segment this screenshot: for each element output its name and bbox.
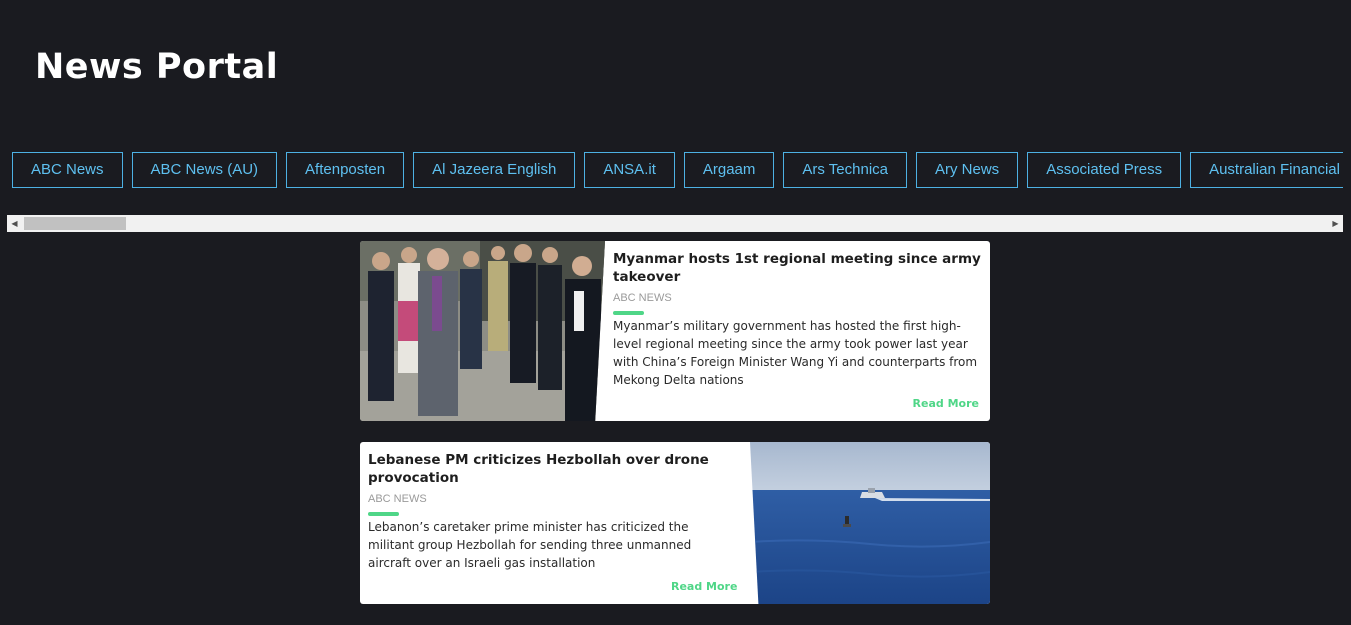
sea-photo xyxy=(750,442,990,604)
card-content: Myanmar hosts 1st regional meeting since… xyxy=(613,241,983,389)
source-button-associated-press[interactable]: Associated Press xyxy=(1027,152,1182,188)
article-title[interactable]: Lebanese PM criticizes Hezbollah over dr… xyxy=(368,451,734,487)
source-button-abc-news[interactable]: ABC News xyxy=(12,152,123,188)
news-card: Lebanese PM criticizes Hezbollah over dr… xyxy=(360,442,990,604)
article-description: Myanmar’s military government has hosted… xyxy=(613,319,978,387)
article-description: Lebanon’s caretaker prime minister has c… xyxy=(368,520,692,570)
card-content: Lebanese PM criticizes Hezbollah over dr… xyxy=(368,442,734,572)
article-source: ABC NEWS xyxy=(368,493,427,505)
source-button-argaam[interactable]: Argaam xyxy=(683,152,775,188)
article-title[interactable]: Myanmar hosts 1st regional meeting since… xyxy=(613,250,983,286)
read-more-link[interactable]: Read More xyxy=(913,397,979,410)
page-title: News Portal xyxy=(35,47,279,87)
accent-divider xyxy=(368,512,399,516)
article-image xyxy=(750,442,990,604)
scroll-right-icon[interactable]: ▶ xyxy=(1328,215,1343,232)
source-button-ansa[interactable]: ANSA.it xyxy=(584,152,675,188)
accent-divider xyxy=(613,311,644,315)
read-more-link[interactable]: Read More xyxy=(671,580,737,593)
source-button-abc-news-au[interactable]: ABC News (AU) xyxy=(131,152,278,188)
diplomats-photo xyxy=(360,241,605,421)
horizontal-scrollbar[interactable]: ◀ ▶ xyxy=(7,215,1343,232)
source-list: ABC News ABC News (AU) Aftenposten Al Ja… xyxy=(0,152,1343,188)
scroll-left-icon[interactable]: ◀ xyxy=(7,215,22,232)
source-button-ars-technica[interactable]: Ars Technica xyxy=(783,152,907,188)
source-button-al-jazeera-english[interactable]: Al Jazeera English xyxy=(413,152,576,188)
news-card: Myanmar hosts 1st regional meeting since… xyxy=(360,241,990,421)
source-button-australian-financial-review[interactable]: Australian Financial Review xyxy=(1190,152,1343,188)
scrollbar-thumb[interactable] xyxy=(24,217,126,230)
article-source: ABC NEWS xyxy=(613,292,672,304)
source-scroller: ABC News ABC News (AU) Aftenposten Al Ja… xyxy=(0,152,1343,188)
article-image xyxy=(360,241,605,421)
source-button-aftenposten[interactable]: Aftenposten xyxy=(286,152,405,188)
source-button-ary-news[interactable]: Ary News xyxy=(916,152,1019,188)
